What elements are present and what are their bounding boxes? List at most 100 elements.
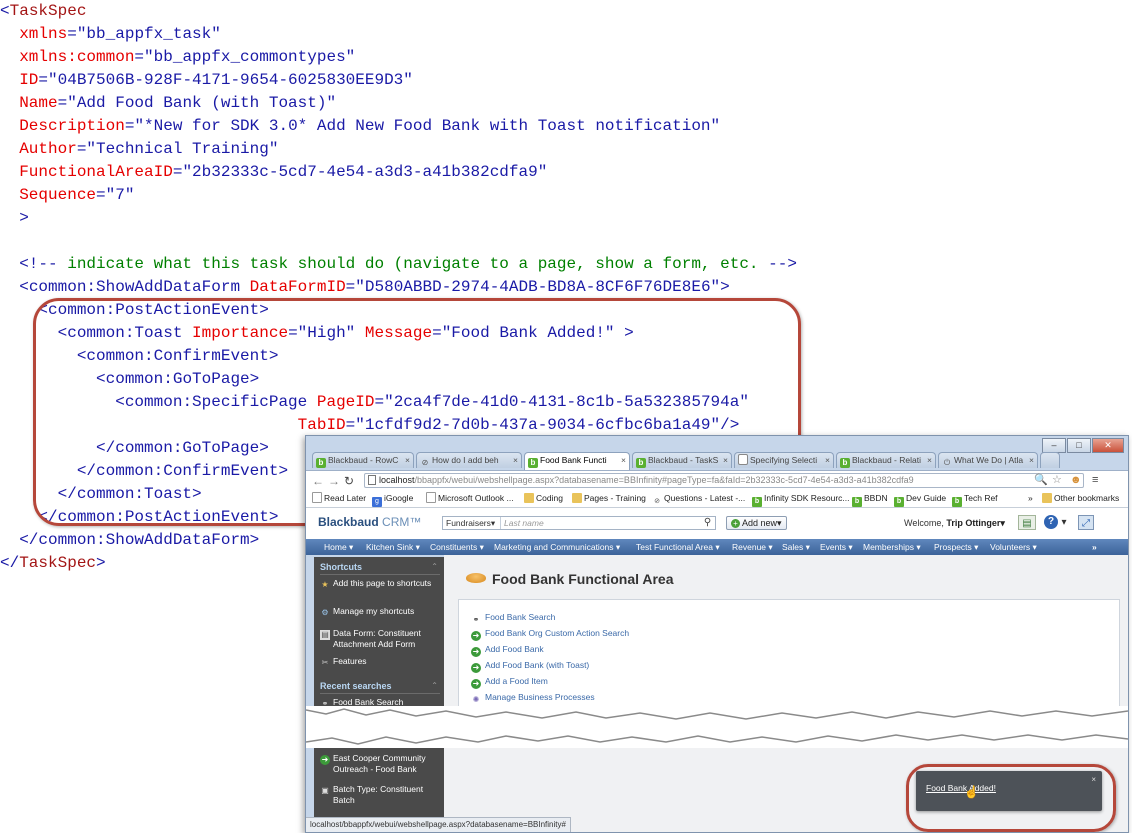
- wrench-menu-icon[interactable]: ≡: [1092, 474, 1098, 487]
- nav-item-revenue[interactable]: Revenue ▾: [732, 541, 773, 553]
- bookmark-item[interactable]: g iGoogle: [372, 492, 413, 507]
- search-icon[interactable]: ⚲: [699, 516, 716, 530]
- add-shortcut-icon: ★: [321, 580, 329, 589]
- nav-item-test-functional-area[interactable]: Test Functional Area ▾: [636, 541, 720, 553]
- status-bar: localhost/bbappfx/webui/webshellpage.asp…: [306, 817, 571, 832]
- code-token: "D580ABBD-2974-4ADB-BD8A-8CF6F76DE8E6": [355, 278, 721, 296]
- bookmark-item[interactable]: b Infinity SDK Resourc...: [752, 492, 850, 507]
- sidebar-item-add-shortcut[interactable]: ★ Add this page to shortcuts: [320, 578, 440, 590]
- bookmark-label: Microsoft Outlook ...: [438, 493, 514, 503]
- gear-icon: ✺: [472, 695, 480, 704]
- bookmark-item[interactable]: Microsoft Outlook ...: [426, 492, 514, 504]
- bookmark-item[interactable]: b BBDN: [852, 492, 888, 507]
- nav-item-volunteers[interactable]: Volunteers ▾: [990, 541, 1037, 553]
- code-token: "2b32333c-5cd7-4e54-a3d3-a41b382cdfa9": [182, 163, 548, 181]
- search-input[interactable]: Last name: [501, 518, 544, 528]
- bookmark-item[interactable]: b Tech Ref: [952, 492, 998, 507]
- address-bar[interactable]: localhost/bbappfx/webui/webshellpage.asp…: [364, 473, 1084, 488]
- task-link[interactable]: ➜ Add Food Bank (with Toast): [471, 660, 589, 673]
- calculator-icon[interactable]: ▤: [1018, 515, 1036, 530]
- crm-header: Blackbaud CRM™ Fundraisers▾ Last name ⚲ +…: [306, 508, 1128, 539]
- task-link[interactable]: ➜ Add Food Bank: [471, 644, 544, 657]
- close-icon[interactable]: ✕: [1092, 438, 1124, 453]
- search-box[interactable]: Fundraisers▾ Last name: [442, 516, 716, 530]
- nav-item-prospects[interactable]: Prospects ▾: [934, 541, 978, 553]
- divider: [320, 693, 440, 694]
- task-link[interactable]: ✺ Manage Business Processes: [471, 692, 595, 705]
- page-icon: [426, 492, 436, 503]
- browser-tab[interactable]: b Blackbaud - Relati ×: [836, 452, 936, 468]
- add-new-button[interactable]: + Add new▾: [726, 516, 787, 530]
- maximize-icon[interactable]: □: [1067, 438, 1091, 453]
- close-tab-icon[interactable]: ×: [825, 453, 830, 468]
- bookmark-label: Dev Guide: [906, 493, 947, 503]
- sidebar-item-batch-type[interactable]: ▣ Batch Type: Constituent Batch: [320, 784, 440, 806]
- nav-item-marketing[interactable]: Marketing and Communications ▾: [494, 541, 620, 553]
- welcome-text: Welcome, Trip Ottinger▾: [904, 518, 1005, 529]
- code-token: FunctionalAreaID: [0, 163, 173, 181]
- collapse-icon[interactable]: ⌃: [431, 681, 438, 690]
- new-tab-button[interactable]: [1040, 452, 1060, 468]
- nav-item-sales[interactable]: Sales ▾: [782, 541, 810, 553]
- code-token: "Add Food Bank (with Toast)": [67, 94, 337, 112]
- browser-tab[interactable]: ⏻ What We Do | Atla ×: [938, 452, 1038, 468]
- code-token: >: [96, 554, 106, 572]
- minimize-icon[interactable]: –: [1042, 438, 1066, 453]
- bookmark-item[interactable]: Pages - Training: [572, 492, 646, 504]
- extension-icon[interactable]: ☻: [1070, 474, 1082, 487]
- code-token: Sequence: [0, 186, 97, 204]
- help-icon[interactable]: ?: [1044, 515, 1058, 529]
- close-tab-icon[interactable]: ×: [621, 453, 626, 468]
- bookmark-item[interactable]: Coding: [524, 492, 563, 504]
- star-icon[interactable]: ☆: [1052, 474, 1062, 487]
- close-tab-icon[interactable]: ×: [1029, 453, 1034, 468]
- user-menu[interactable]: Trip Ottinger▾: [946, 518, 1005, 528]
- nav-item-events[interactable]: Events ▾: [820, 541, 853, 553]
- reload-icon[interactable]: ↻: [344, 474, 354, 488]
- close-tab-icon[interactable]: ×: [723, 453, 728, 468]
- task-link[interactable]: ⚭ Food Bank Search: [471, 612, 556, 625]
- bookmark-item[interactable]: ⊘ Questions - Latest -...: [652, 492, 745, 507]
- go-arrow-icon: ➜: [471, 679, 481, 689]
- go-arrow-icon: ➜: [471, 647, 481, 657]
- code-line: </TaskSpec>: [0, 552, 106, 575]
- sidebar-item-label: Features: [333, 656, 367, 666]
- code-line: xmlns="bb_appfx_task": [0, 23, 221, 46]
- close-tab-icon[interactable]: ×: [513, 453, 518, 468]
- bookmark-item[interactable]: b Dev Guide: [894, 492, 946, 507]
- nav-item-home[interactable]: Home ▾: [324, 541, 353, 553]
- sidebar-item-east-cooper[interactable]: ➜ East Cooper Community Outreach - Food B…: [320, 753, 440, 775]
- task-link[interactable]: ➜ Food Bank Org Custom Action Search: [471, 628, 629, 641]
- collapse-icon[interactable]: ⌃: [431, 562, 438, 571]
- code-token: TaskSpec: [9, 2, 87, 20]
- browser-tab[interactable]: b Blackbaud - TaskS ×: [632, 452, 732, 468]
- close-tab-icon[interactable]: ×: [927, 453, 932, 468]
- other-bookmarks[interactable]: Other bookmarks: [1042, 492, 1119, 504]
- forward-arrow-icon[interactable]: →: [328, 474, 340, 488]
- zoom-icon[interactable]: 🔍: [1034, 474, 1048, 487]
- close-tab-icon[interactable]: ×: [405, 453, 410, 468]
- task-link[interactable]: ➜ Add a Food Item: [471, 676, 548, 689]
- sidebar-item-data-form[interactable]: ▤ Data Form: Constituent Attachment Add F…: [320, 628, 440, 650]
- browser-tab-active[interactable]: b Food Bank Functi ×: [524, 452, 630, 470]
- chevron-down-icon[interactable]: ▾: [1060, 515, 1068, 530]
- nav-item-memberships[interactable]: Memberships ▾: [863, 541, 921, 553]
- browser-tab[interactable]: b Blackbaud - RowC ×: [312, 452, 414, 468]
- nav-item-constituents[interactable]: Constituents ▾: [430, 541, 484, 553]
- divider: [320, 574, 440, 575]
- nav-overflow[interactable]: »: [1092, 541, 1097, 553]
- search-category-select[interactable]: Fundraisers▾: [443, 517, 501, 529]
- nav-item-kitchen-sink[interactable]: Kitchen Sink ▾: [366, 541, 420, 553]
- back-arrow-icon[interactable]: ←: [312, 474, 324, 488]
- code-token: common:ShowAddDataForm: [38, 531, 250, 549]
- browser-tab[interactable]: ⊘ How do I add beh ×: [416, 452, 522, 468]
- add-new-label: Add new▾: [742, 518, 782, 528]
- no-entry-icon: ⊘: [421, 458, 429, 467]
- sidebar-item-manage-shortcuts[interactable]: ⚙ Manage my shortcuts: [320, 606, 440, 618]
- browser-tab[interactable]: Specifying Selecti ×: [734, 452, 834, 468]
- bookmark-item[interactable]: Read Later: [312, 492, 366, 504]
- bookmarks-overflow[interactable]: »: [1028, 492, 1033, 504]
- sidebar-item-features[interactable]: ✂ Features: [320, 656, 440, 668]
- code-token: =: [38, 71, 49, 89]
- expand-icon[interactable]: ⤢: [1078, 515, 1094, 530]
